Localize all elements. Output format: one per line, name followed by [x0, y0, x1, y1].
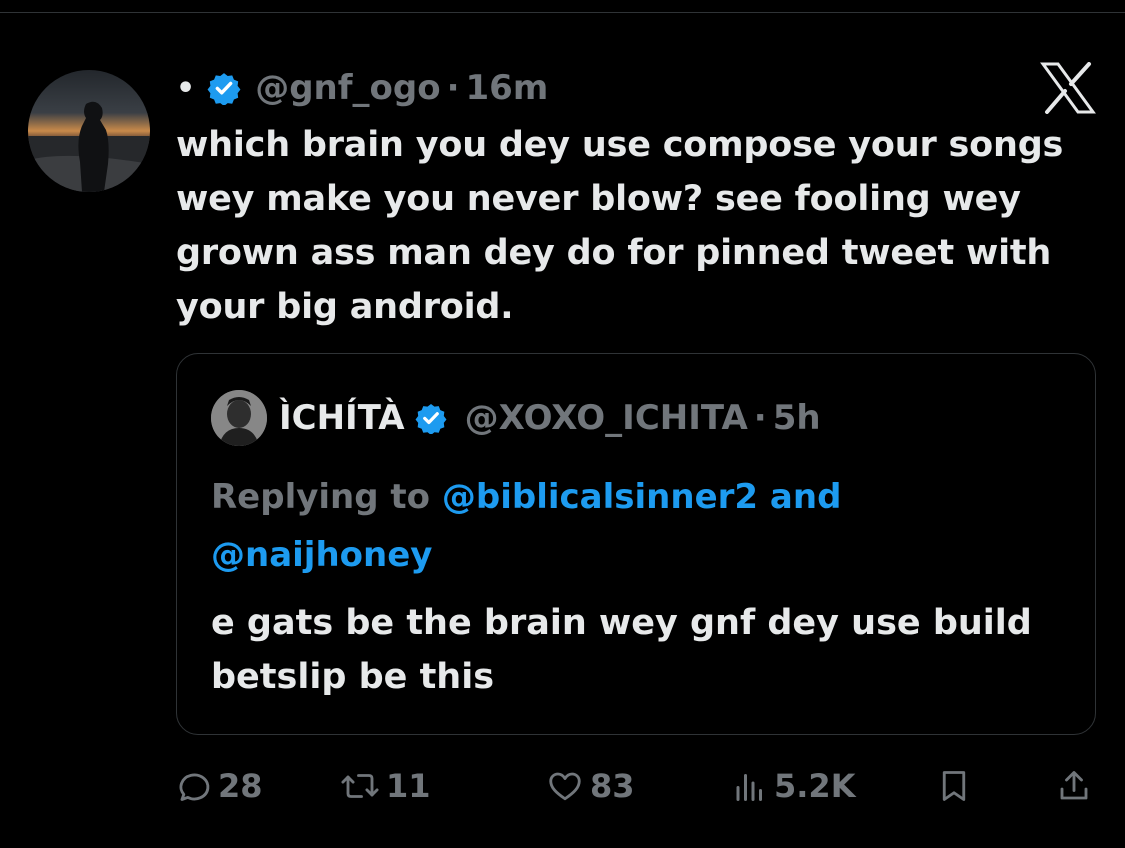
tweet-header: • @gnf_ogo · 16m	[176, 64, 548, 112]
bookmark-button[interactable]	[936, 760, 978, 812]
reply-count: 28	[218, 767, 263, 805]
quoted-tweet-header: ÌCHÍTÀ @XOXO_ICHITA · 5h	[279, 392, 821, 444]
top-divider	[0, 12, 1125, 13]
quoted-avatar-image	[211, 390, 267, 446]
replying-to: Replying to @biblicalsinner2 and @naijhon…	[211, 468, 1071, 584]
quoted-tweet-text: e gats be the brain wey gnf dey use buil…	[211, 603, 1032, 697]
view-count: 5.2K	[774, 767, 856, 805]
quoted-separator: ·	[753, 398, 767, 438]
quoted-author-avatar	[211, 390, 267, 446]
avatar-image	[28, 70, 150, 192]
retweet-button[interactable]: 11	[340, 760, 431, 812]
views-icon	[736, 774, 762, 801]
quoted-tweet[interactable]: ÌCHÍTÀ @XOXO_ICHITA · 5h Replying to @bi…	[176, 353, 1096, 735]
verified-badge-icon	[207, 73, 241, 105]
quoted-timestamp: 5h	[772, 398, 821, 438]
display-name-dot: •	[176, 70, 196, 106]
author-handle[interactable]: @gnf_ogo	[255, 68, 440, 108]
like-button[interactable]: 83	[546, 760, 635, 812]
quoted-handle[interactable]: @XOXO_ICHITA	[465, 398, 748, 438]
quoted-display-name[interactable]: ÌCHÍTÀ	[279, 398, 405, 438]
heart-icon	[549, 772, 581, 801]
like-count: 83	[590, 767, 635, 805]
x-logo-icon[interactable]	[1040, 62, 1096, 114]
reply-icon	[179, 773, 210, 801]
retweet-count: 11	[386, 767, 431, 805]
tweet-actions: 28 11 83 5.2K	[176, 760, 1096, 812]
tweet-text: which brain you dey use compose your son…	[176, 125, 1064, 327]
share-icon	[1060, 771, 1088, 800]
author-avatar[interactable]	[28, 70, 150, 192]
mention-link[interactable]: @naijhoney	[211, 535, 432, 575]
tweet-timestamp[interactable]: 16m	[466, 68, 549, 108]
bookmark-icon	[942, 771, 966, 801]
mention-link[interactable]: @biblicalsinner2	[442, 477, 758, 517]
replying-prefix: Replying to	[211, 477, 442, 517]
views-button[interactable]: 5.2K	[732, 760, 855, 812]
retweet-icon	[341, 774, 379, 798]
verified-badge-icon	[415, 404, 447, 434]
header-separator: ·	[446, 68, 460, 108]
share-button[interactable]	[1056, 760, 1098, 812]
mention-conjunction: and	[758, 477, 842, 517]
reply-button[interactable]: 28	[176, 760, 263, 812]
